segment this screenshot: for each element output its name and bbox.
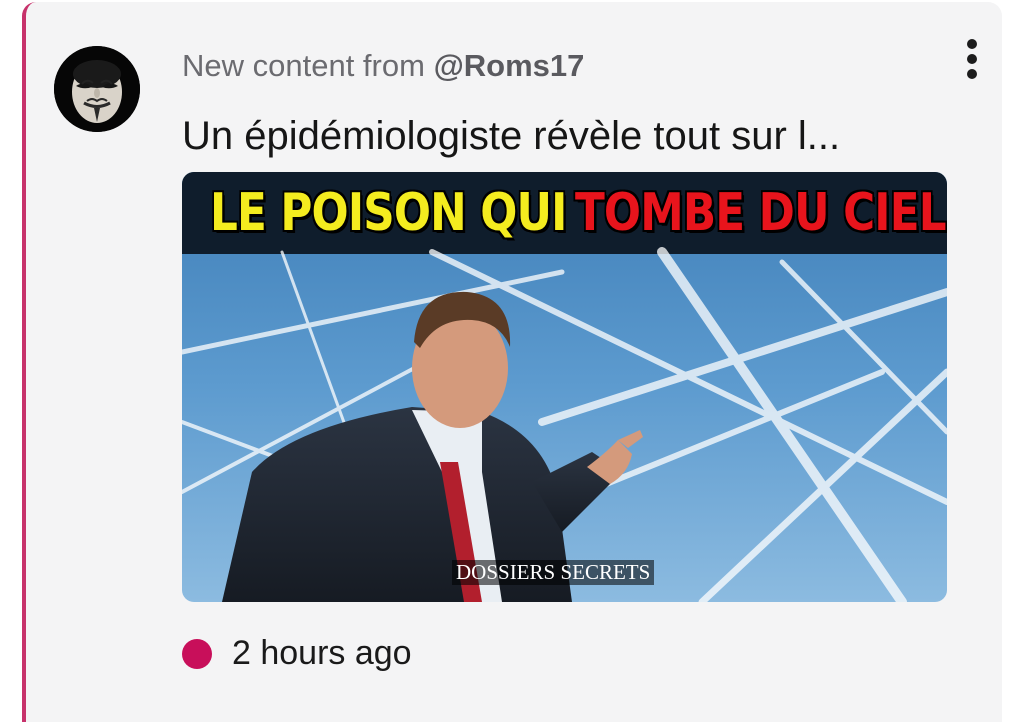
timestamp: 2 hours ago (232, 634, 412, 672)
unread-dot-icon (182, 638, 212, 669)
post-title[interactable]: Un épidémiologiste révèle tout sur l... (182, 114, 840, 159)
avatar[interactable] (54, 46, 140, 132)
headline-part2: TOMBE DU CIEL. (574, 183, 947, 243)
anonymous-mask-icon (54, 46, 140, 132)
notification-card[interactable]: New content from @Roms17 Un épidémiologi… (22, 2, 1002, 722)
header-prefix: New content from (182, 48, 425, 83)
author-handle-link[interactable]: @Roms17 (434, 48, 585, 83)
channel-watermark: DOSSIERS SECRETS (452, 560, 655, 585)
video-thumbnail[interactable]: LE POISON QUI TOMBE DU CIEL. DOSSIERS SE… (182, 172, 947, 602)
notification-header: New content from @Roms17 (182, 48, 584, 84)
more-options-button[interactable] (958, 32, 986, 88)
thumbnail-headline: LE POISON QUI TOMBE DU CIEL. (210, 172, 947, 254)
more-vertical-icon (967, 39, 977, 79)
headline-part1: LE POISON QUI (210, 183, 567, 243)
timestamp-row: 2 hours ago (182, 634, 412, 673)
